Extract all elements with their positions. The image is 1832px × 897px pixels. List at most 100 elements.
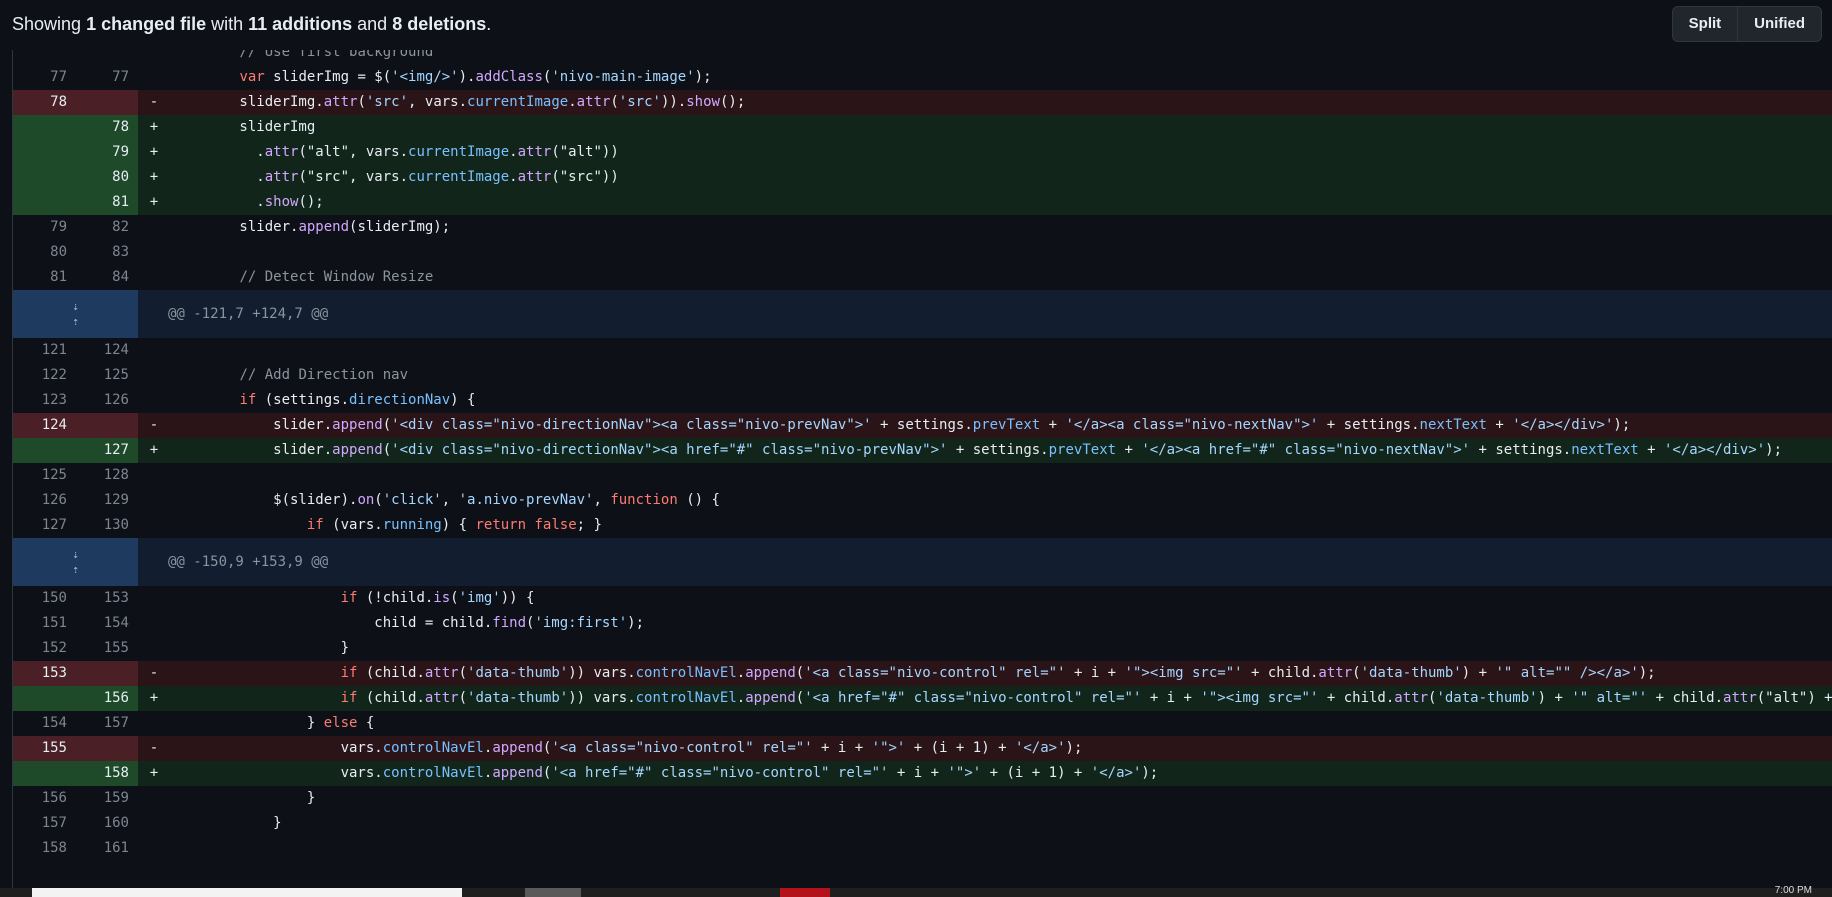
expand-lines-icon[interactable]: ⇣ ⇡ — [72, 549, 79, 575]
old-line-number[interactable] — [13, 165, 75, 190]
new-line-number[interactable]: 84 — [75, 265, 137, 290]
new-line-number[interactable]: 128 — [75, 463, 137, 488]
old-line-number[interactable]: 153 — [13, 661, 75, 686]
new-line-number[interactable]: 155 — [75, 636, 137, 661]
new-line-number[interactable]: 83 — [75, 240, 137, 265]
old-line-number[interactable] — [13, 686, 75, 711]
diff-view[interactable]: // Use first background 77 77 var sliderIm… — [12, 50, 1832, 888]
no-change-marker — [138, 513, 164, 538]
old-line-number[interactable]: 125 — [13, 463, 75, 488]
line-number-gutter: 80 83 — [13, 240, 138, 265]
hunk-header: @@ -121,7 +124,7 @@ — [168, 306, 329, 322]
old-line-number[interactable] — [13, 140, 75, 165]
new-line-number[interactable]: 129 — [75, 488, 137, 513]
line-number-gutter: 81 84 — [13, 265, 138, 290]
new-line-number[interactable] — [75, 90, 137, 115]
taskbar-window-3[interactable] — [780, 888, 830, 897]
new-line-number[interactable] — [75, 736, 137, 761]
new-line-number[interactable]: 156 — [75, 686, 137, 711]
old-line-number[interactable]: 124 — [13, 413, 75, 438]
old-line-number[interactable]: 156 — [13, 786, 75, 811]
code-line: } — [172, 640, 350, 656]
new-line-number[interactable]: 160 — [75, 811, 137, 836]
old-line-number[interactable]: 122 — [13, 363, 75, 388]
old-line-number[interactable]: 127 — [13, 513, 75, 538]
new-line-number[interactable] — [75, 661, 137, 686]
line-number-gutter: 156 159 — [13, 786, 138, 811]
new-line-number[interactable]: 81 — [75, 190, 137, 215]
old-line-number[interactable]: 77 — [13, 65, 75, 90]
old-line-number[interactable]: 126 — [13, 488, 75, 513]
new-line-number[interactable]: 161 — [75, 836, 137, 861]
code-line: .attr("src", vars.currentImage.attr("src… — [172, 169, 619, 185]
no-change-marker — [138, 636, 164, 661]
old-line-number[interactable]: 151 — [13, 611, 75, 636]
added-line: 127 + slider.append('<div class="nivo-dir… — [13, 438, 1832, 463]
expand-lines-icon[interactable]: ⇣ ⇡ — [72, 301, 79, 327]
code-line: // Use first background — [239, 50, 434, 60]
code-line: // Add Direction nav — [239, 367, 409, 383]
line-number-gutter: 153 — [13, 661, 138, 686]
new-line-number[interactable]: 82 — [75, 215, 137, 240]
added-line: 78 + sliderImg — [13, 115, 1832, 140]
taskbar-window-2[interactable] — [525, 888, 581, 897]
new-line-number[interactable] — [75, 50, 137, 65]
old-line-number[interactable]: 80 — [13, 240, 75, 265]
old-line-number[interactable]: 157 — [13, 811, 75, 836]
new-line-number[interactable]: 79 — [75, 140, 137, 165]
context-line: 154 157 } else { — [13, 711, 1832, 736]
no-change-marker — [138, 586, 164, 611]
new-line-number[interactable]: 78 — [75, 115, 137, 140]
plus-sign-icon: + — [149, 144, 159, 160]
new-line-number[interactable]: 153 — [75, 586, 137, 611]
new-line-number[interactable]: 77 — [75, 65, 137, 90]
old-line-number[interactable] — [13, 438, 75, 463]
added-line: 158 + vars.controlNavEl.append('<a href="… — [13, 761, 1832, 786]
old-line-number[interactable] — [13, 115, 75, 140]
new-line-number[interactable]: 80 — [75, 165, 137, 190]
old-line-number[interactable]: 123 — [13, 388, 75, 413]
new-line-number[interactable]: 154 — [75, 611, 137, 636]
line-number-gutter: 152 155 — [13, 636, 138, 661]
old-line-number[interactable] — [13, 761, 75, 786]
split-button[interactable]: Split — [1673, 7, 1737, 41]
line-number-gutter: 121 124 — [13, 338, 138, 363]
deleted-line: 124 - slider.append('<div class="nivo-dir… — [13, 413, 1832, 438]
deleted-line: 155 - vars.controlNavEl.append('<a class=… — [13, 736, 1832, 761]
new-line-number[interactable]: 124 — [75, 338, 137, 363]
deleted-line: 153 - if (child.attr('data-thumb')) vars.… — [13, 661, 1832, 686]
new-line-number[interactable]: 130 — [75, 513, 137, 538]
new-line-number[interactable]: 158 — [75, 761, 137, 786]
old-line-number[interactable]: 150 — [13, 586, 75, 611]
new-line-number[interactable]: 125 — [75, 363, 137, 388]
code-line: $(slider).on('click', 'a.nivo-prevNav', … — [172, 492, 720, 508]
old-line-number[interactable]: 81 — [13, 265, 75, 290]
old-line-number[interactable]: 154 — [13, 711, 75, 736]
code-line: child = child.find('img:first'); — [172, 615, 645, 631]
old-line-number[interactable]: 155 — [13, 736, 75, 761]
new-line-number[interactable]: 159 — [75, 786, 137, 811]
taskbar-window-1[interactable] — [32, 888, 462, 897]
plus-sign-icon: + — [149, 194, 159, 210]
old-line-number[interactable]: 79 — [13, 215, 75, 240]
old-line-number[interactable] — [13, 50, 75, 65]
diff-summary: Showing 1 changed file with 11 additions… — [12, 14, 491, 35]
taskbar-clock: 7:00 PM — [1774, 885, 1812, 896]
old-line-number[interactable]: 152 — [13, 636, 75, 661]
old-line-number[interactable]: 158 — [13, 836, 75, 861]
context-line: 123 126 if (settings.directionNav) { — [13, 388, 1832, 413]
old-line-number[interactable]: 121 — [13, 338, 75, 363]
line-number-gutter: 156 — [13, 686, 138, 711]
new-line-number[interactable]: 126 — [75, 388, 137, 413]
new-line-number[interactable]: 157 — [75, 711, 137, 736]
new-line-number[interactable]: 127 — [75, 438, 137, 463]
line-number-gutter: 122 125 — [13, 363, 138, 388]
code-line: sliderImg.attr('src', vars.currentImage.… — [172, 94, 746, 110]
old-line-number[interactable] — [13, 190, 75, 215]
old-line-number[interactable]: 78 — [13, 90, 75, 115]
new-line-number[interactable] — [75, 413, 137, 438]
no-change-marker — [138, 240, 164, 265]
unified-button[interactable]: Unified — [1737, 7, 1821, 41]
code-line: slider.append('<div class="nivo-directio… — [172, 442, 1782, 458]
no-change-marker — [138, 338, 164, 363]
